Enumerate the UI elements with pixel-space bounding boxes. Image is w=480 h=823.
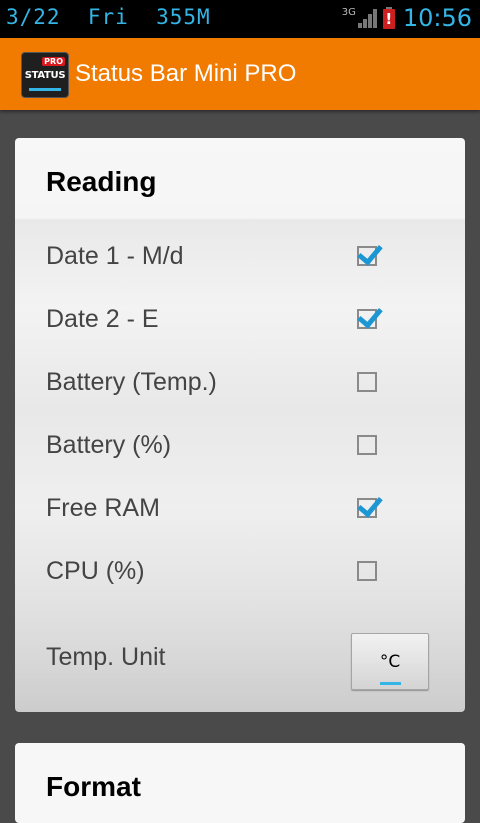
pref-row-date1[interactable]: Date 1 - M/d xyxy=(15,226,465,289)
temp-unit-indicator xyxy=(380,682,401,685)
temp-unit-label: Temp. Unit xyxy=(46,643,166,671)
pref-label: Date 1 - M/d xyxy=(46,242,184,270)
format-title: Format xyxy=(46,771,141,802)
pref-row-cpu[interactable]: CPU (%) xyxy=(15,541,465,604)
temp-unit-button[interactable]: °C xyxy=(351,633,429,690)
battery-temp-checkbox[interactable] xyxy=(357,372,377,392)
free-ram-checkbox[interactable] xyxy=(357,498,377,518)
format-card: Format xyxy=(15,743,465,823)
pro-badge: PRO xyxy=(42,57,65,66)
status-icons: 3G 10:56 xyxy=(342,4,472,32)
pref-label: Battery (Temp.) xyxy=(46,368,217,396)
temp-unit-value: °C xyxy=(379,652,401,672)
clock: 10:56 xyxy=(402,4,472,32)
action-bar: PRO STATUS Status Bar Mini PRO xyxy=(0,38,480,110)
pref-label: Free RAM xyxy=(46,494,160,522)
pref-row-date2[interactable]: Date 2 - E xyxy=(15,289,465,352)
date2-checkbox[interactable] xyxy=(357,309,377,329)
reading-title: Reading xyxy=(46,166,157,197)
date1-checkbox[interactable] xyxy=(357,246,377,266)
signal-icon xyxy=(357,8,377,28)
reading-card: Reading Date 1 - M/d Date 2 - E Battery … xyxy=(15,138,465,712)
status-bar: 3/22 Fri 355M 3G 10:56 xyxy=(0,0,480,38)
app-icon-bar xyxy=(29,88,61,91)
pref-row-battery-temp[interactable]: Battery (Temp.) xyxy=(15,352,465,415)
pref-row-free-ram[interactable]: Free RAM xyxy=(15,478,465,541)
battery-alert-icon xyxy=(382,7,395,29)
pref-label: Date 2 - E xyxy=(46,305,159,333)
battery-percent-checkbox[interactable] xyxy=(357,435,377,455)
status-bar-readout: 3/22 Fri 355M xyxy=(6,5,211,29)
pref-label: CPU (%) xyxy=(46,557,145,585)
app-title: Status Bar Mini PRO xyxy=(75,60,297,87)
pref-row-battery-percent[interactable]: Battery (%) xyxy=(15,415,465,478)
network-type-label: 3G xyxy=(341,6,356,18)
cpu-checkbox[interactable] xyxy=(357,561,377,581)
app-icon[interactable]: PRO STATUS xyxy=(21,52,69,98)
pref-label: Battery (%) xyxy=(46,431,172,459)
app-icon-label: STATUS xyxy=(24,70,66,81)
